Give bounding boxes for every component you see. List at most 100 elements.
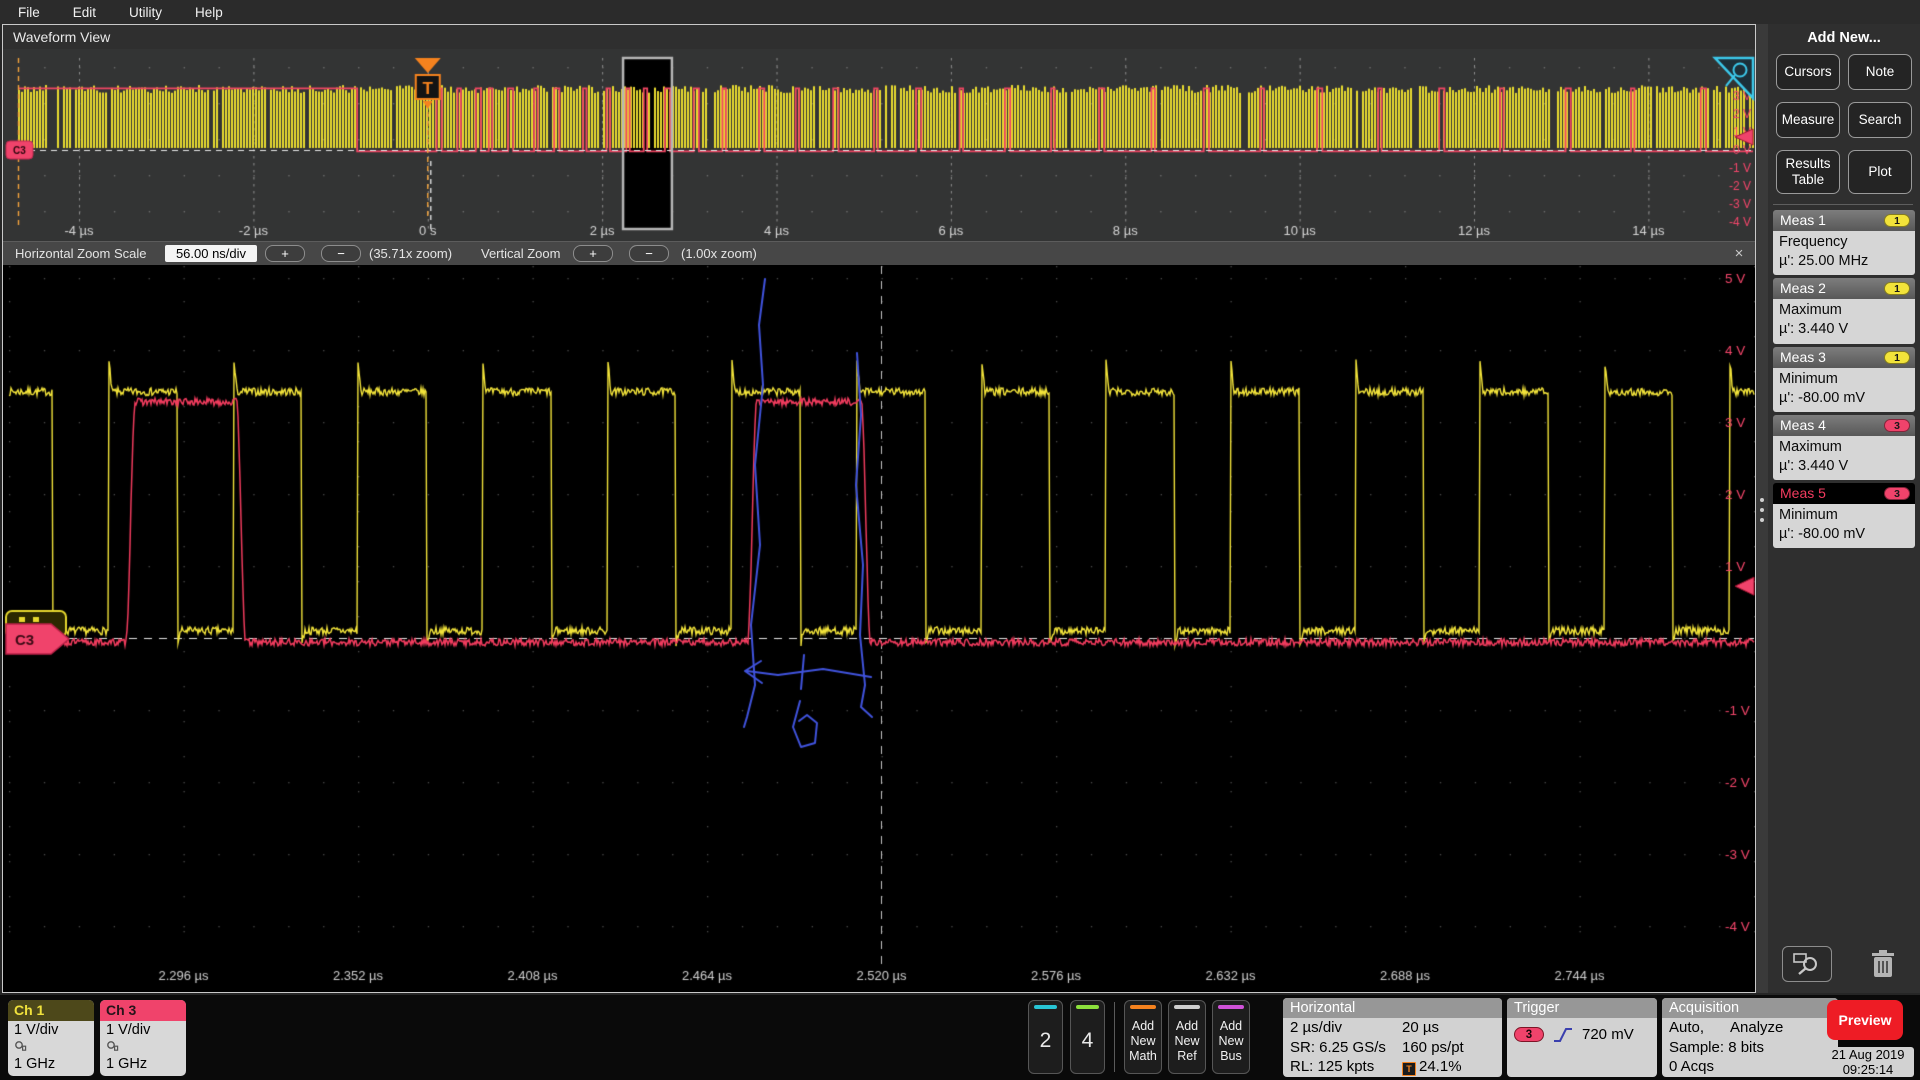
panel-drag-handle[interactable] bbox=[1756, 24, 1768, 993]
sample-rate: SR: 6.25 GS/s bbox=[1290, 1038, 1402, 1058]
measurement-title: Meas 31 bbox=[1773, 347, 1915, 368]
hzoom-minus-button[interactable]: − bbox=[321, 245, 361, 262]
measurement-type: Minimum bbox=[1779, 370, 1909, 389]
acquisition-settings-card[interactable]: Acquisition Auto, Analyze Sample: 8 bits… bbox=[1662, 998, 1838, 1077]
vzoom-plus-button[interactable]: + bbox=[573, 245, 613, 262]
measurement-card-meas-1[interactable]: Meas 11Frequencyµ': 25.00 MHz bbox=[1773, 210, 1915, 275]
measurement-title: Meas 21 bbox=[1773, 278, 1915, 299]
source-channel-badge: 1 bbox=[1884, 282, 1910, 295]
panel-separator bbox=[1773, 204, 1913, 205]
channel-label: Ch 3 bbox=[100, 1000, 186, 1021]
acquisition-count: 0 Acqs bbox=[1669, 1057, 1838, 1077]
rising-edge-icon bbox=[1553, 1027, 1573, 1043]
delete-button[interactable] bbox=[1862, 944, 1904, 984]
record-length: RL: 125 kpts bbox=[1290, 1057, 1402, 1077]
horizontal-settings-card[interactable]: Horizontal 2 µs/div 20 µs SR: 6.25 GS/s … bbox=[1283, 998, 1502, 1077]
oscilloscope-app: File Edit Utility Help Waveform View Horizo… bbox=[0, 0, 1920, 1080]
channel-card-ch-1[interactable]: Ch 11 V/div1 GHz bbox=[8, 1000, 94, 1076]
channel-settings: 1 V/div 1 GHz bbox=[100, 1021, 186, 1074]
datetime-display: 21 Aug 2019 09:25:14 bbox=[1822, 1047, 1914, 1077]
measurement-type: Frequency bbox=[1779, 233, 1909, 252]
vzoom-factor-label: (1.00x zoom) bbox=[681, 242, 757, 266]
measurement-values: Maximumµ': 3.440 V bbox=[1773, 299, 1915, 343]
preview-button[interactable]: Preview bbox=[1827, 1000, 1903, 1040]
trigger-card-title: Trigger bbox=[1507, 998, 1657, 1018]
hzoom-plus-button[interactable]: + bbox=[265, 245, 305, 262]
add-new-measure-button[interactable]: Measure bbox=[1776, 102, 1840, 138]
channel-4-button[interactable]: 4 bbox=[1070, 1000, 1105, 1074]
trigger-source-badge: 3 bbox=[1514, 1027, 1544, 1042]
trigger-position: T24.1% bbox=[1402, 1057, 1462, 1077]
add-new-note-button[interactable]: Note bbox=[1848, 54, 1912, 90]
settings-bar: Ch 11 V/div1 GHzCh 31 V/div1 GHz 24 AddN… bbox=[0, 995, 1920, 1080]
menu-item-help[interactable]: Help bbox=[195, 5, 223, 20]
menu-bar: File Edit Utility Help bbox=[0, 0, 1920, 24]
trigger-settings-card[interactable]: Trigger 3 720 mV bbox=[1507, 998, 1657, 1077]
channel-bandwidth: 1 GHz bbox=[106, 1056, 180, 1073]
add-new-results-table-button[interactable]: Results Table bbox=[1776, 150, 1840, 194]
add-new-ref-button[interactable]: AddNewRef bbox=[1168, 1000, 1206, 1074]
add-new-title: Add New... bbox=[1768, 30, 1920, 46]
horizontal-scale: 2 µs/div bbox=[1290, 1018, 1402, 1038]
measurement-card-meas-3[interactable]: Meas 31 Minimumµ': -80.00 mV bbox=[1773, 347, 1915, 412]
source-channel-badge: 3 bbox=[1884, 419, 1910, 432]
vzoom-minus-button[interactable]: − bbox=[629, 245, 669, 262]
measurement-mean: µ': 3.440 V bbox=[1779, 320, 1909, 339]
add-new-bus-button[interactable]: AddNewBus bbox=[1212, 1000, 1250, 1074]
add-new-search-button[interactable]: Search bbox=[1848, 102, 1912, 138]
channel-number: 4 bbox=[1071, 1009, 1104, 1073]
sample-resolution: 160 ps/pt bbox=[1402, 1038, 1464, 1058]
channel-scale: 1 V/div bbox=[14, 1022, 88, 1039]
time-label: 09:25:14 bbox=[1822, 1062, 1914, 1077]
probe-icon bbox=[14, 1039, 88, 1056]
zoom-recall-button[interactable] bbox=[1782, 946, 1832, 982]
channel-bandwidth: 1 GHz bbox=[14, 1056, 88, 1073]
measurement-list: Meas 11Frequencyµ': 25.00 MHzMeas 21Maxi… bbox=[1768, 210, 1920, 551]
horizontal-zoom-scale-input[interactable]: 56.00 ns/div bbox=[165, 245, 257, 262]
channel-settings: 1 V/div 1 GHz bbox=[8, 1021, 94, 1074]
horizontal-card-title: Horizontal bbox=[1283, 998, 1502, 1018]
source-channel-badge: 1 bbox=[1884, 214, 1910, 227]
results-side-panel: Add New... CursorsNoteMeasureSearchResul… bbox=[1768, 24, 1920, 993]
measurement-card-meas-4[interactable]: Meas 43Maximumµ': 3.440 V bbox=[1773, 415, 1915, 480]
channel-scale: 1 V/div bbox=[106, 1022, 180, 1039]
source-channel-badge: 3 bbox=[1884, 487, 1910, 500]
acquisition-card-title: Acquisition bbox=[1662, 998, 1838, 1018]
measurement-mean: µ': 25.00 MHz bbox=[1779, 252, 1909, 271]
zoom-close-icon[interactable]: × bbox=[1729, 242, 1749, 266]
probe-icon bbox=[106, 1039, 180, 1056]
hzoom-factor-label: (35.71x zoom) bbox=[369, 242, 452, 266]
measurement-mean: µ': -80.00 mV bbox=[1779, 389, 1909, 408]
measurement-values: Maximumµ': 3.440 V bbox=[1773, 436, 1915, 480]
horizontal-window: 20 µs bbox=[1402, 1018, 1439, 1038]
trash-icon bbox=[1870, 949, 1896, 979]
overview-waveform-canvas[interactable] bbox=[3, 49, 1755, 241]
add-new-math-button[interactable]: AddNewMath bbox=[1124, 1000, 1162, 1074]
add-new-plot-button[interactable]: Plot bbox=[1848, 150, 1912, 194]
acquisition-mode: Auto, bbox=[1669, 1018, 1704, 1038]
channel-2-button[interactable]: 2 bbox=[1028, 1000, 1063, 1074]
acquisition-analyze: Analyze bbox=[1730, 1018, 1783, 1038]
horizontal-zoom-scale-label: Horizontal Zoom Scale bbox=[15, 242, 147, 266]
menu-item-utility[interactable]: Utility bbox=[129, 5, 162, 20]
trigger-level: 720 mV bbox=[1582, 1026, 1634, 1043]
menu-item-file[interactable]: File bbox=[18, 5, 40, 20]
measurement-card-meas-5[interactable]: Meas 53Minimumµ': -80.00 mV bbox=[1773, 483, 1915, 548]
vertical-zoom-label: Vertical Zoom bbox=[481, 242, 560, 266]
waveform-view-title: Waveform View bbox=[3, 25, 1755, 49]
add-new-cursors-button[interactable]: Cursors bbox=[1776, 54, 1840, 90]
waveform-view-panel: Waveform View Horizontal Zoom Scale 56.0… bbox=[2, 24, 1756, 993]
main-waveform-canvas[interactable] bbox=[3, 265, 1755, 992]
trigger-position-icon: T bbox=[1402, 1062, 1416, 1076]
zoom-recall-icon bbox=[1792, 952, 1822, 976]
measurement-card-meas-2[interactable]: Meas 21Maximumµ': 3.440 V bbox=[1773, 278, 1915, 343]
measurement-mean: µ': 3.440 V bbox=[1779, 457, 1909, 476]
channel-card-ch-3[interactable]: Ch 31 V/div 1 GHz bbox=[100, 1000, 186, 1076]
measurement-type: Maximum bbox=[1779, 438, 1909, 457]
zoom-scale-bar: Horizontal Zoom Scale 56.00 ns/div + − (… bbox=[3, 241, 1755, 265]
measurement-type: Minimum bbox=[1779, 506, 1909, 525]
measurement-mean: µ': -80.00 mV bbox=[1779, 525, 1909, 544]
acquisition-sample: Sample: 8 bits bbox=[1669, 1038, 1838, 1058]
menu-item-edit[interactable]: Edit bbox=[73, 5, 96, 20]
measurement-values: Frequencyµ': 25.00 MHz bbox=[1773, 231, 1915, 275]
